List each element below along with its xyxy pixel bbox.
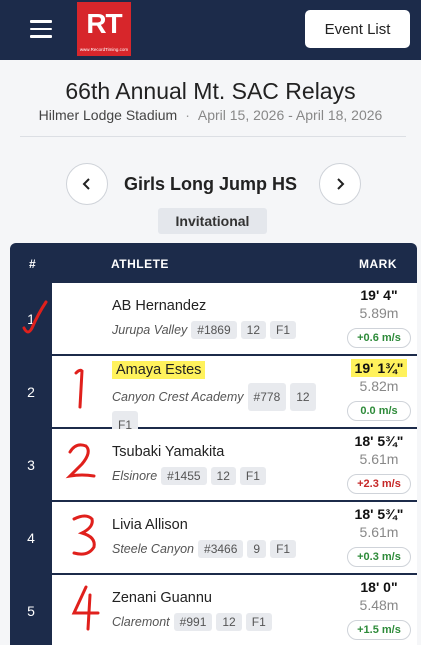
place-number: 3: [27, 457, 35, 473]
athlete-name[interactable]: Tsubaki Yamakita: [112, 444, 224, 460]
athlete-school: Jurupa Valley #1869 12 F1: [112, 321, 297, 339]
athlete-card[interactable]: Amaya Estes Canyon Crest Academy #778 12F1…: [52, 356, 417, 439]
mark-feet: 18' 5¾": [354, 433, 404, 449]
col-mark-header: MARK: [359, 257, 397, 271]
athlete-card[interactable]: Livia Allison Steele Canyon #3466 9 F1 18' …: [52, 502, 417, 573]
athlete-name[interactable]: Livia Allison: [112, 517, 188, 533]
main-content: 66th Annual Mt. SAC Relays Hilmer Lodge …: [0, 60, 421, 645]
wind-badge: +2.3 m/s: [347, 474, 411, 494]
mark-meters: 5.61m: [359, 524, 399, 540]
mark-meters: 5.48m: [359, 597, 399, 613]
place-number: 4: [27, 530, 35, 546]
mark-meters: 5.82m: [359, 378, 399, 394]
athlete-school: Steele Canyon #3466 9 F1: [112, 540, 297, 558]
venue: Hilmer Lodge Stadium: [38, 107, 178, 123]
col-athlete-header: ATHLETE: [111, 257, 169, 271]
athlete-school: Claremont #991 12 F1: [112, 613, 272, 631]
meet-dates: April 15, 2026 - April 18, 2026: [197, 107, 383, 123]
hamburger-icon[interactable]: [30, 20, 52, 38]
bib-badge: #1455: [161, 467, 207, 485]
flight-badge: F1: [270, 321, 297, 339]
athlete-card[interactable]: AB Hernandez Jurupa Valley #1869 12 F1 19' …: [52, 283, 417, 354]
flight-badge: F1: [239, 467, 266, 485]
table-row[interactable]: 2 Amaya Estes Canyon Crest Academy #778 12…: [10, 356, 417, 439]
separator-dot: ·: [185, 107, 190, 123]
wind-badge: 0.0 m/s: [347, 401, 411, 421]
flight-badge: F1: [245, 613, 272, 631]
wind-badge: +0.3 m/s: [347, 547, 411, 567]
place-number: 2: [27, 384, 35, 400]
wind-badge: +1.5 m/s: [347, 620, 411, 640]
grade-badge: 12: [210, 467, 236, 485]
grade-badge: 12: [240, 321, 267, 339]
divider: [20, 136, 406, 137]
bib-badge: #3466: [198, 540, 244, 558]
grade-badge: 12: [216, 613, 242, 631]
athlete-name[interactable]: Amaya Estes: [112, 361, 206, 379]
athlete-card[interactable]: Zenani Guannu Claremont #991 12 F1 18' 0" 5…: [52, 575, 417, 645]
table-row[interactable]: 5 Zenani Guannu Claremont #991 12 F1 18' 0"…: [10, 575, 417, 645]
bib-badge: #1869: [191, 321, 237, 339]
place-number: 1: [27, 311, 35, 327]
chevron-right-icon: [337, 178, 345, 190]
grade-badge: 9: [247, 540, 267, 558]
mark-meters: 5.89m: [359, 305, 399, 321]
athlete-name[interactable]: Zenani Guannu: [112, 590, 212, 606]
section-tag[interactable]: Invitational: [158, 208, 267, 234]
athlete-school: Elsinore #1455 12 F1: [112, 467, 266, 485]
flight-badge: F1: [270, 540, 297, 558]
meet-title: 66th Annual Mt. SAC Relays: [65, 78, 356, 104]
athlete-name[interactable]: AB Hernandez: [112, 298, 206, 314]
table-row[interactable]: 4 Livia Allison Steele Canyon #3466 9 F1 18…: [10, 502, 417, 574]
mark-meters: 5.61m: [359, 451, 399, 467]
athlete-card[interactable]: Tsubaki Yamakita Elsinore #1455 12 F1 18' 5…: [52, 429, 417, 500]
bib-badge: #991: [173, 613, 213, 631]
record-timing-logo[interactable]: RT www.RecordTiming.com: [77, 2, 131, 56]
table-row[interactable]: 1 AB Hernandez Jurupa Valley #1869 12 F1 19…: [10, 283, 417, 355]
wind-badge: +0.6 m/s: [347, 328, 411, 348]
grade-badge: 12: [290, 383, 316, 411]
table-row[interactable]: 3 Tsubaki Yamakita Elsinore #1455 12 F1 18'…: [10, 429, 417, 501]
event-list-button[interactable]: Event List: [305, 10, 410, 48]
next-event-button[interactable]: [319, 163, 361, 205]
mark-feet: 18' 5¾": [354, 506, 404, 522]
mark-feet: 19' 1¾": [349, 359, 409, 377]
results-table: # ATHLETE MARK 1 AB Hernandez Jurupa Val…: [10, 243, 417, 645]
top-bar: RT www.RecordTiming.com Event List: [0, 0, 421, 60]
mark-feet: 18' 0": [360, 579, 398, 595]
mark-feet: 19' 4": [360, 287, 398, 303]
col-place-header: #: [29, 257, 37, 271]
table-header: # ATHLETE MARK: [10, 243, 417, 283]
place-number: 5: [27, 603, 35, 619]
meet-subtitle: Hilmer Lodge Stadium · April 15, 2026 - Ap…: [0, 107, 421, 123]
bib-badge: #778: [247, 383, 287, 411]
